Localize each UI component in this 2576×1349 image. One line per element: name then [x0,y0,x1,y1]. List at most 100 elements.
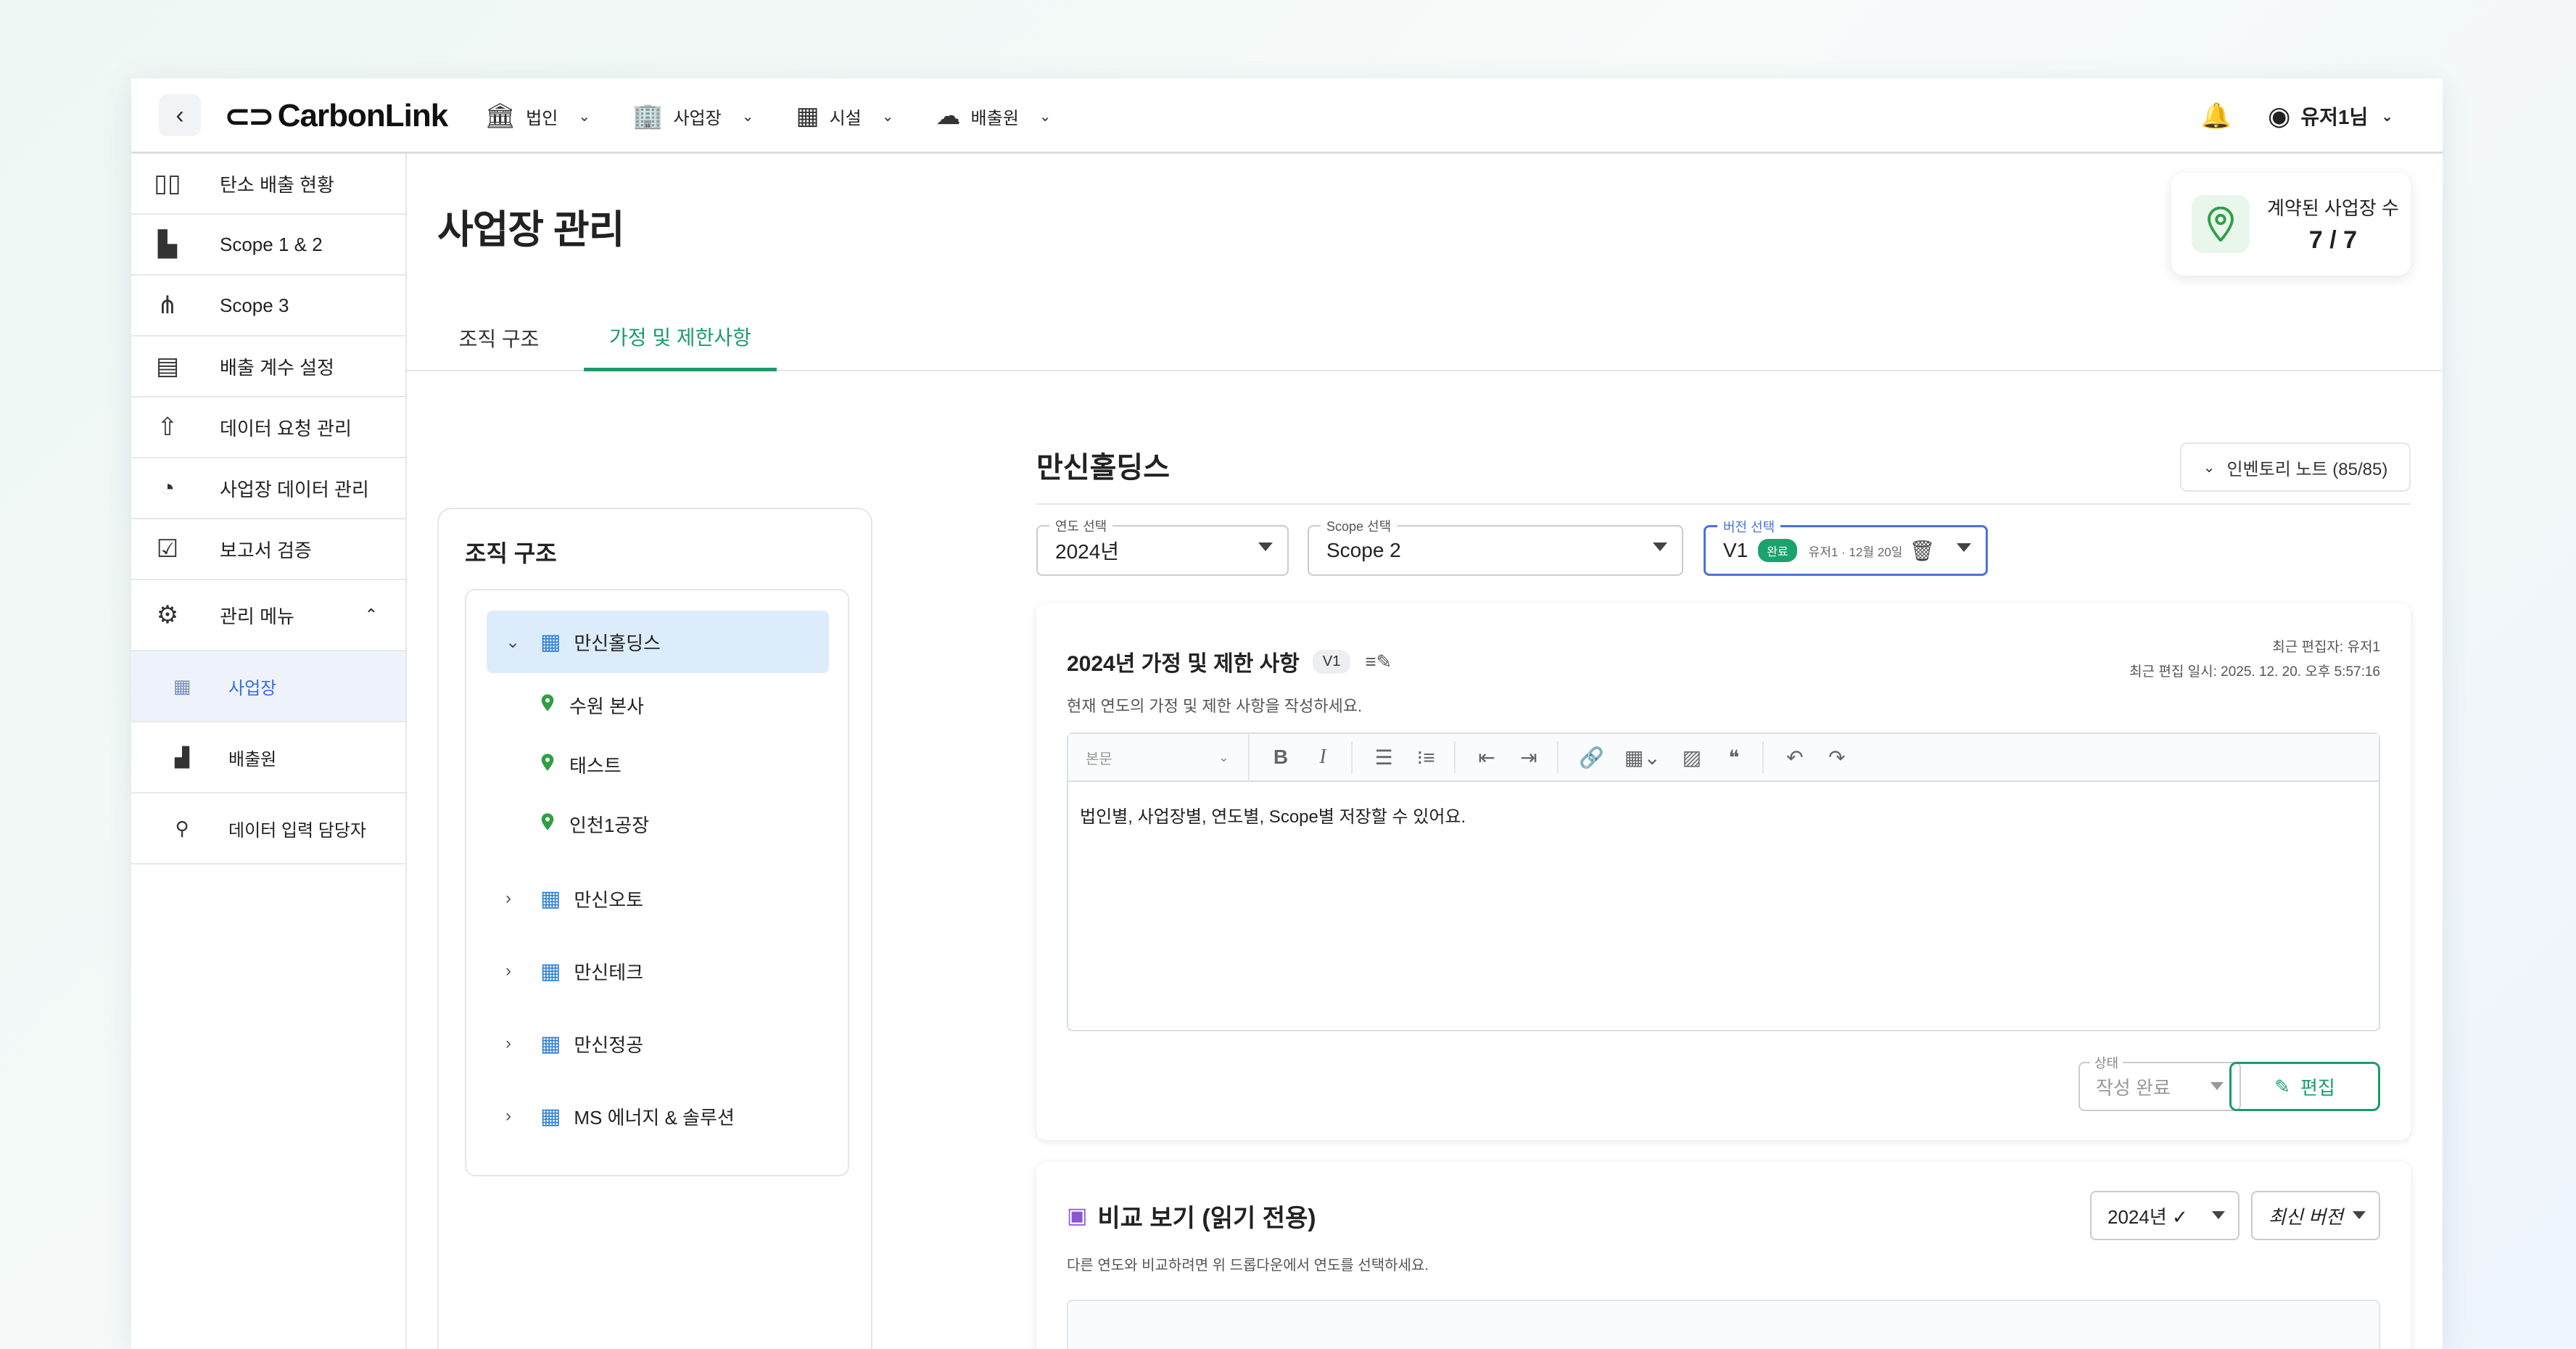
tree-child-node[interactable]: 수원 본사 [540,683,644,727]
table-icon[interactable]: ▦⌄ [1625,746,1661,770]
factory-icon: ▙ [157,231,178,258]
compare-year-select[interactable]: 2024년 ✓ [2090,1191,2239,1240]
chevron-down-icon: ⌄ [2203,459,2216,476]
tree-node-label: 만신테크 [574,961,644,983]
main-content: 사업장 관리 계약된 사업장 수 7 / 7 조직 구조 가정 및 제한사항 조… [407,154,2443,1349]
edit-button[interactable]: ✎ 편집 [2229,1062,2380,1111]
select-value: 2024년 ✓ [2108,1205,2188,1228]
tree-node-company[interactable]: › ▦ 만신테크 [487,940,829,1002]
tree-child-node[interactable]: 태스트 [540,743,622,786]
sidebar-item-emission-factor[interactable]: ▤ 배출 계수 설정 [131,337,405,397]
tree-node-label: 만신오토 [574,888,644,911]
bold-icon[interactable]: B [1270,746,1292,769]
tree-node-root[interactable]: ⌄ ▦ 만신홀딩스 [487,611,829,673]
outdent-icon[interactable]: ⇤ [1476,746,1498,770]
version-select[interactable]: 버전 선택 V1 완료 유저1 · 12월 20일 🗑 [1704,517,1988,576]
sidebar-subitem-data-manager[interactable]: ⚲ 데이터 입력 담당자 [131,793,405,865]
indent-icon[interactable]: ⇥ [1518,746,1540,770]
building-icon: ▦ [540,630,561,654]
toolbar-divider [1557,741,1559,773]
tree-node-label: 인천1공장 [569,814,650,836]
edit-button-label: 편집 [2300,1076,2335,1099]
quote-icon[interactable]: ❝ [1723,746,1745,770]
carbonlink-logo-icon: ⊂⊃ [224,98,275,134]
tab-assumptions[interactable]: 가정 및 제한사항 [584,305,777,371]
report-check-icon: ☑ [156,535,179,563]
editor-content[interactable]: 법인별, 사업장별, 연도별, Scope별 저장할 수 있어요. [1068,782,2379,848]
sidebar-subitem-emission-source[interactable]: ▟ 배출원 [131,722,405,793]
pencil-icon: ✎ [2274,1075,2290,1097]
tree-node-company[interactable]: › ▦ 만신정공 [487,1012,829,1075]
link-icon[interactable]: 🔗 [1579,746,1604,770]
sidebar-item-admin-menu[interactable]: ⚙ 관리 메뉴 ⌃ [131,580,405,651]
tree-node-company[interactable]: › ▦ MS 에너지 & 솔루션 [487,1085,829,1147]
compare-title: ▣ 비교 보기 (읽기 전용) [1067,1198,1316,1234]
undo-icon[interactable]: ↶ [1784,746,1806,770]
building-icon: ▦ [540,1104,561,1129]
chevron-down-icon: ⌄ [881,108,894,125]
chevron-down-icon: ⌄ [741,108,754,125]
chevron-right-icon[interactable]: › [505,1034,527,1054]
tree-node-company[interactable]: › ▦ 만신오토 [487,867,829,930]
tree-node-label: 만신홀딩스 [574,632,661,654]
buildings-icon: 🏢 [632,102,664,130]
logo[interactable]: ⊂⊃ CarbonLink [224,91,448,141]
trash-icon[interactable]: 🗑 [1909,539,1935,563]
card-title-text: 2024년 가정 및 제한 사항 [1067,652,1300,676]
status-select[interactable]: 상태 작성 완료 [2078,1053,2241,1111]
sidebar: ▯▯ 탄소 배출 현황 ▙ Scope 1 & 2 ⋔ Scope 3 ▤ 배출… [131,154,407,1349]
tab-org-structure[interactable]: 조직 구조 [437,305,561,371]
org-structure-panel: 조직 구조 ⌄ ▦ 만신홀딩스 수원 본사 태스트 인천1공장 › ▦ 만신오토… [437,508,872,1349]
caret-down-icon [2353,1211,2366,1219]
tree-node-label: 만신정공 [574,1034,644,1056]
text-style-select[interactable]: 본문 ⌄ [1068,733,1250,781]
tree-node-label: 수원 본사 [569,695,644,717]
redo-icon[interactable]: ↷ [1826,746,1848,770]
edit-list-icon[interactable]: ≡✎ [1365,651,1392,673]
chevron-right-icon[interactable]: › [505,1106,527,1126]
tab-bar: 조직 구조 가정 및 제한사항 [407,305,2443,371]
sidebar-item-emission-status[interactable]: ▯▯ 탄소 배출 현황 [131,154,405,215]
tree-child-node[interactable]: 인천1공장 [540,802,649,846]
bar-chart-icon: ▯▯ [154,170,181,197]
back-button[interactable]: ‹ [159,94,201,136]
user-name: 유저1님 [2300,106,2369,128]
sidebar-item-label: 관리 메뉴 [220,605,294,627]
user-circle-icon: ◉ [2267,101,2291,131]
rich-text-editor: 본문 ⌄ B I ☰ ⁝≡ ⇤ ⇥ 🔗 ▦⌄ ▨ ❝ ↶ ↷ 법인별, 사업장별… [1067,733,2380,1031]
nav-facility[interactable]: ▦ 시설 ⌄ [796,102,893,131]
select-value: 2024년 [1055,540,1120,563]
sidebar-subitem-business-site[interactable]: ▦ 사업장 [131,651,405,722]
sidebar-item-scope3[interactable]: ⋔ Scope 3 [131,276,405,337]
chevron-down-icon[interactable]: ⌄ [505,632,527,653]
bell-icon[interactable]: 🔔 [2201,102,2232,131]
bank-icon: 🏛 [484,102,516,130]
bullet-list-icon[interactable]: ⁝≡ [1415,746,1437,770]
assumptions-card: 2024년 가정 및 제한 사항 V1 ≡✎ 현재 연도의 가정 및 제한 사항… [1036,603,2411,1140]
sidebar-item-site-data[interactable]: ◔ 사업장 데이터 관리 [131,458,405,519]
caret-down-icon [1957,543,1971,552]
year-select[interactable]: 연도 선택 2024년 [1036,516,1289,576]
caret-down-icon [2210,1082,2224,1090]
logo-text: CarbonLink [277,98,448,133]
italic-icon[interactable]: I [1312,746,1334,769]
scope-select[interactable]: Scope 선택 Scope 2 [1308,516,1683,576]
inventory-note-button[interactable]: ⌄ 인벤토리 노트 (85/85) [2180,442,2411,492]
nav-label: 시설 [829,108,862,128]
calendar-icon: ▣ [1067,1204,1088,1228]
image-upload-icon[interactable]: ▨ [1681,746,1703,770]
sidebar-item-scope12[interactable]: ▙ Scope 1 & 2 [131,215,405,276]
chevron-right-icon[interactable]: › [505,961,527,981]
sidebar-item-data-request[interactable]: ⇧ 데이터 요청 관리 [131,397,405,458]
nav-corporation[interactable]: 🏛 법인 ⌄ [484,102,590,131]
user-menu[interactable]: ◉ 유저1님 ⌄ [2268,101,2393,131]
nav-business-site[interactable]: 🏢 사업장 ⌄ [632,102,754,131]
location-pin-icon [540,753,555,777]
org-tree: ⌄ ▦ 만신홀딩스 수원 본사 태스트 인천1공장 › ▦ 만신오토 › ▦ 만… [465,589,849,1176]
chevron-right-icon[interactable]: › [505,888,527,909]
nav-emission-source[interactable]: ☁ 배출원 ⌄ [936,102,1052,131]
document-settings-icon: ▤ [155,352,180,380]
ordered-list-icon[interactable]: ☰ [1373,746,1395,770]
sidebar-item-report-verify[interactable]: ☑ 보고서 검증 [131,519,405,580]
compare-version-select[interactable]: 최신 버전 [2251,1191,2380,1240]
